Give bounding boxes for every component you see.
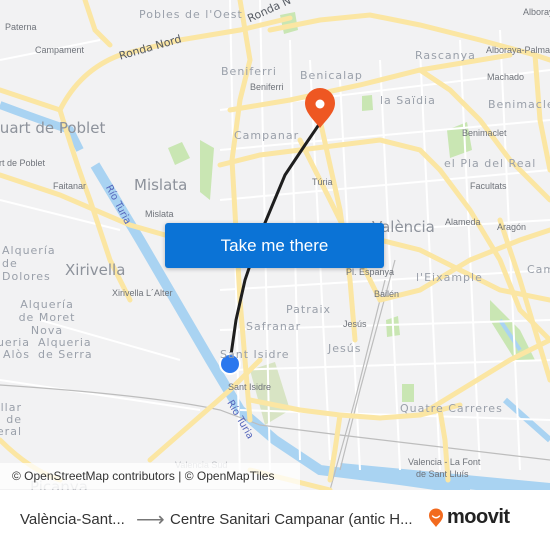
label-benicalap: Benicalap [300,69,363,82]
destination-name: Centre Sanitari Campanar (antic H... [170,511,413,528]
label-beniferri-district: Beniferri [221,65,277,78]
label-xirivella-alter: Xirivella L´Alter [112,288,173,298]
label-castellar: Castellar de l'Oliveral [0,401,22,438]
label-quart-de-poblet-stop: Quart de Poblet [0,158,46,168]
map-attribution[interactable]: © OpenStreetMap contributors | © OpenMap… [0,463,300,489]
origin-stop-name: València-Sant... [20,511,125,528]
label-benimaclet-stop: Benimaclet [462,128,507,138]
label-benimaclet-district: Benimaclet [488,98,550,111]
label-paterna: Paterna [5,22,37,32]
label-camins: Camins al Grau [527,263,550,276]
label-quart-de-poblet: Quart de Poblet [0,119,106,137]
moovit-wordmark: moovit [447,506,510,528]
label-la-saidia: la Saïdia [380,94,436,107]
label-beniferri-stop: Beniferri [250,82,284,92]
label-campanar: Campanar [234,129,300,142]
label-el-pla-del-real: el Pla del Real [444,157,537,170]
label-facultats: Facultats [470,181,507,191]
label-leixample: l'Eixample [416,271,483,284]
label-sant-isidre-district: Sant Isidre [220,348,290,361]
label-machado: Machado [487,72,525,82]
label-turia: Túria [312,177,333,187]
label-campament: Campament [35,45,85,55]
label-bailen: Bailén [374,289,400,299]
label-alqueria-alos: Alqueria de Alòs [0,336,30,361]
label-safranar: Safranar [246,320,302,333]
label-alboraya-peris: Alboraya-Peris Arnal [523,7,550,17]
label-mislata-district: Mislata [134,176,188,194]
label-xirivella: Xirivella [65,261,126,279]
label-alqueria-dolores: Alquería de Dolores [2,244,56,283]
label-rascanya: Rascanya [415,49,476,62]
moovit-pin-icon [429,508,443,527]
moovit-logo[interactable]: moovit [428,506,510,529]
label-pobles-de-loest: Pobles de l'Oest [139,8,243,21]
destination-pin-icon[interactable] [305,88,335,128]
label-faitanar: Faitanar [53,181,87,191]
label-sant-isidre-stop: Sant Isidre [228,382,272,392]
label-pl-espanya: Pl. Espanya [346,267,395,277]
label-aragon: Aragón [497,222,527,232]
label-jesus-district: Jesús [328,342,362,355]
map-canvas[interactable]: Pobles de l'Oest Ronda Nord Ronda N Pate… [0,0,550,490]
label-de-sant-lluis: de Sant Lluís [416,469,469,479]
label-jesus-stop: Jesús [343,319,367,329]
label-alqueria-moret: Alquería de Moret Nova [18,298,76,337]
arrow-right-icon: ⟶ [136,509,165,531]
label-quatre-carreres: Quatre Carreres [400,402,503,415]
attribution-text[interactable]: © OpenStreetMap contributors | © OpenMap… [12,469,274,483]
label-alameda: Alameda [445,217,481,227]
label-mislata-stop: Mislata [145,209,174,219]
label-valencia-la-font: Valencia - La Font [408,457,481,467]
label-patraix: Patraix [286,303,332,316]
label-alboraya-palmaret: Alboraya-Palmaret [486,45,550,55]
label-alqueria-serra: Alqueria de Serra [38,336,93,361]
route-footer: València-Sant... ⟶ Centre Sanitari Campa… [0,490,550,550]
take-me-there-button[interactable]: Take me there [165,223,384,268]
